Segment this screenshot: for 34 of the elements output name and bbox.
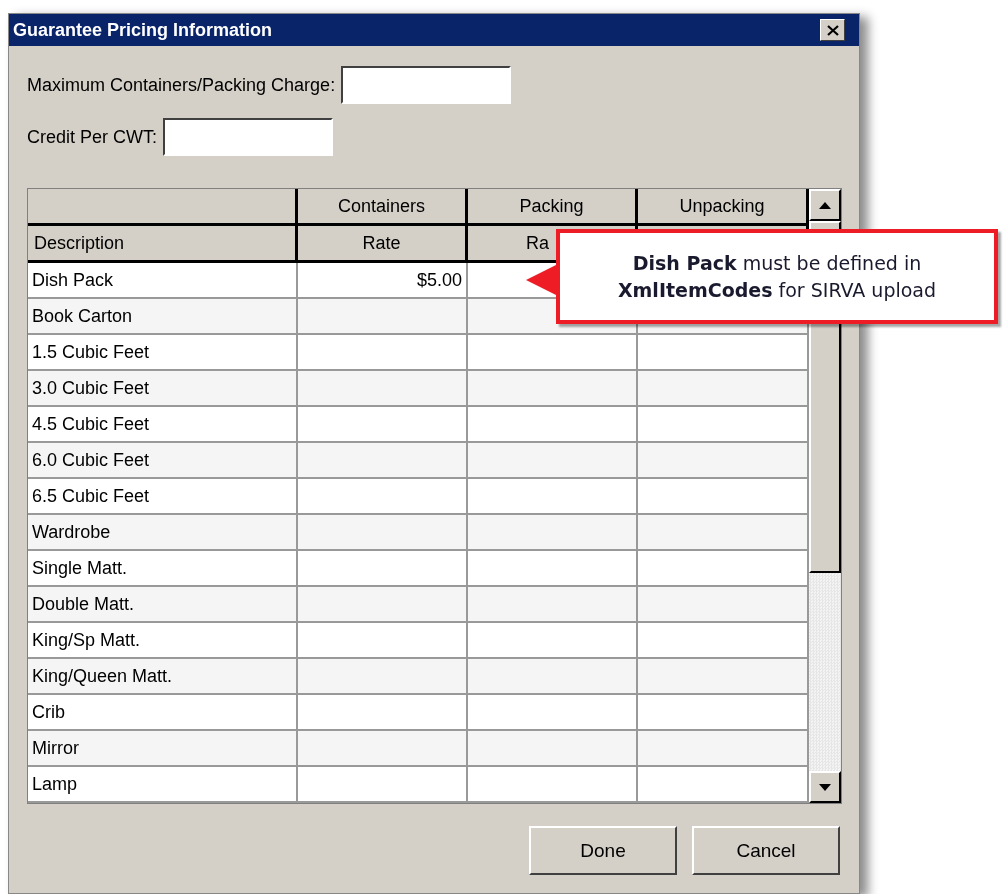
table-cell: Wardrobe: [28, 515, 298, 551]
column-header: Unpacking: [638, 189, 809, 226]
table-cell: 3.0 Cubic Feet: [28, 371, 298, 407]
table-cell: 4.5 Cubic Feet: [28, 407, 298, 443]
scroll-down-button[interactable]: [809, 771, 841, 803]
scroll-up-button[interactable]: [809, 189, 841, 221]
table-cell: $5.00: [298, 263, 468, 299]
table-cell: 6.0 Cubic Feet: [28, 443, 298, 479]
down-arrow-icon: [819, 783, 831, 791]
table-cell: Mirror: [28, 731, 298, 767]
field-label: Maximum Containers/Packing Charge:: [27, 74, 336, 96]
table-cell: Lamp: [28, 767, 298, 803]
table-cell: Crib: [28, 695, 298, 731]
up-arrow-icon: [819, 201, 831, 209]
table-cell: 1.5 Cubic Feet: [28, 335, 298, 371]
input-field[interactable]: [341, 66, 512, 104]
table-cell: Double Matt.: [28, 587, 298, 623]
table-cell: Single Matt.: [28, 551, 298, 587]
table-cell: Dish Pack: [28, 263, 298, 299]
window-title: Guarantee Pricing Information: [13, 19, 273, 41]
table-cell: Book Carton: [28, 299, 298, 335]
column-header: Containers: [298, 189, 468, 226]
input-field[interactable]: [163, 118, 334, 156]
table-cell: 6.5 Cubic Feet: [28, 479, 298, 515]
column-header: Description: [28, 226, 298, 263]
done-button[interactable]: Done: [529, 826, 677, 875]
table-cell: King/Queen Matt.: [28, 659, 298, 695]
column-header: Packing: [468, 189, 638, 226]
table-cell: King/Sp Matt.: [28, 623, 298, 659]
close-button[interactable]: [820, 19, 845, 41]
column-header: Rate: [298, 226, 468, 263]
field-label: Credit Per CWT:: [27, 126, 158, 148]
close-icon: [826, 24, 839, 36]
cancel-button[interactable]: Cancel: [692, 826, 840, 875]
